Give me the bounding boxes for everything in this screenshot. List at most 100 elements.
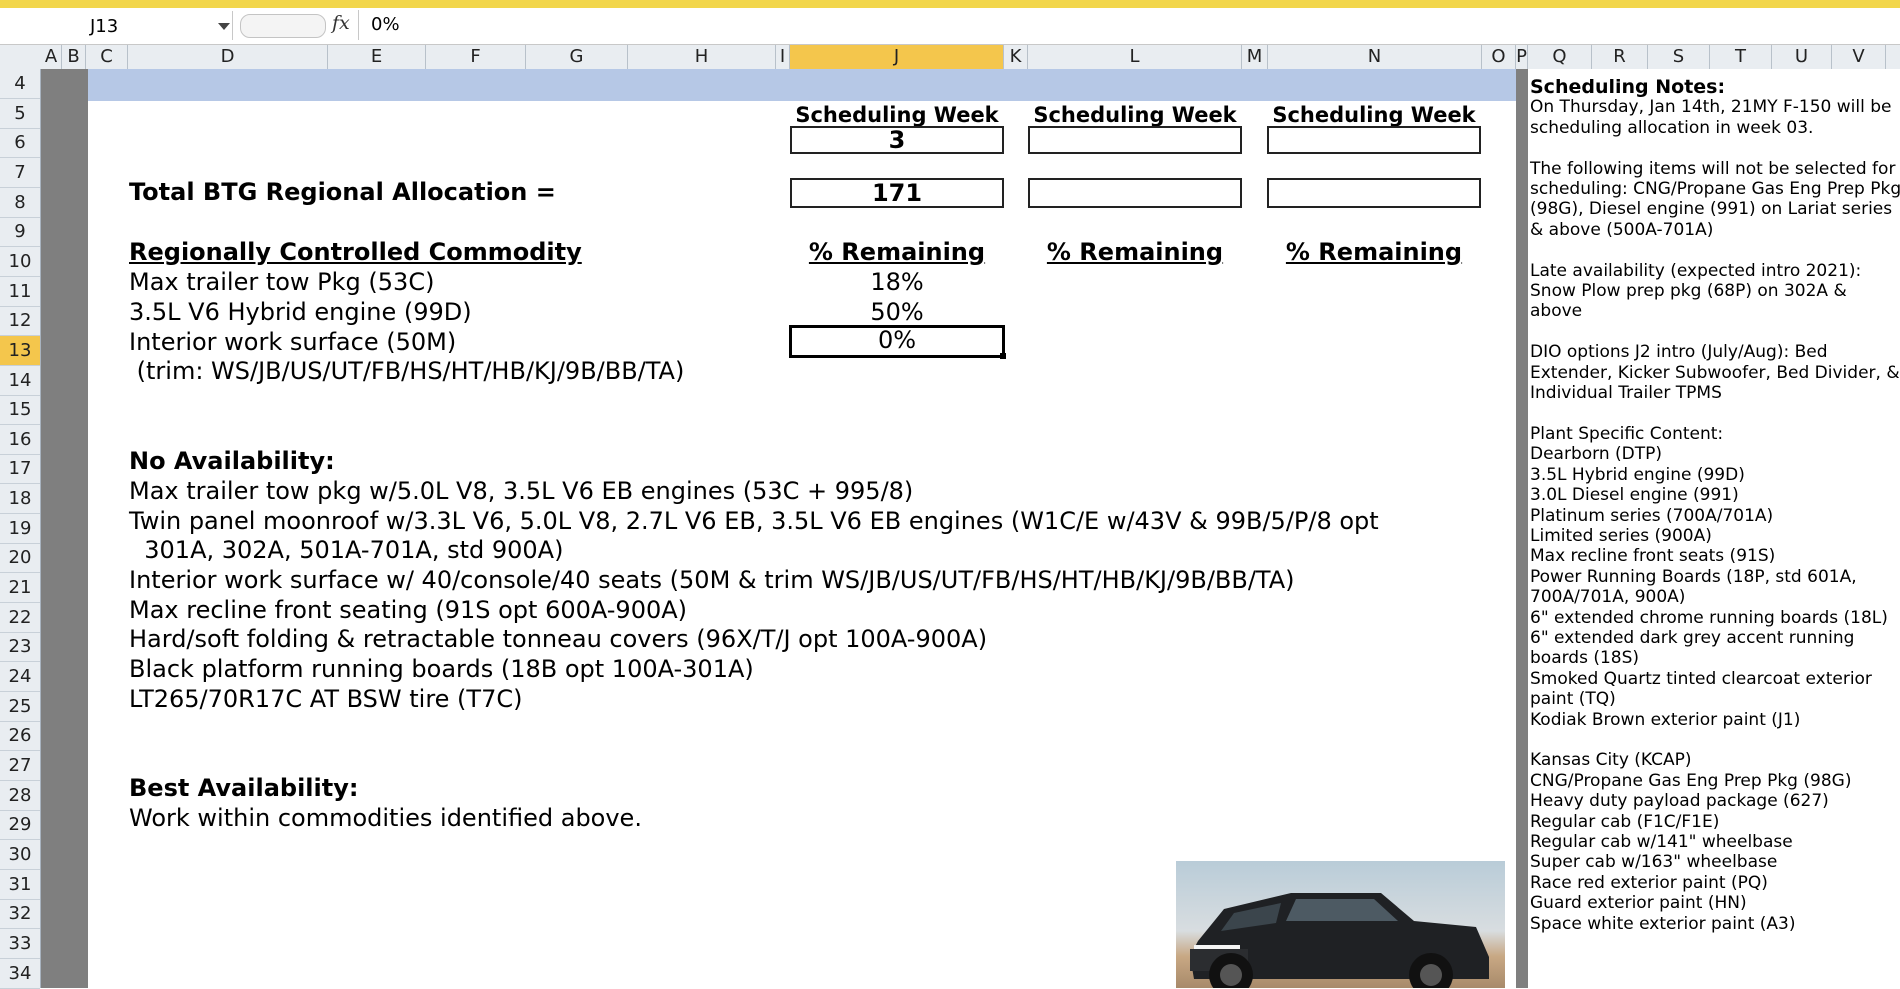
row-header-8[interactable]: 8 <box>0 188 40 218</box>
column-header-m[interactable]: M <box>1242 45 1268 69</box>
notes-line: 6" extended dark grey accent running <box>1530 627 1855 648</box>
row-header-12[interactable]: 12 <box>0 306 40 337</box>
commodity-name: Max trailer tow Pkg (53C) <box>129 268 435 296</box>
row-header-9[interactable]: 9 <box>0 217 40 248</box>
row-header-11[interactable]: 11 <box>0 277 40 307</box>
column-header-l[interactable]: L <box>1028 45 1242 69</box>
row-header-20[interactable]: 20 <box>0 543 40 574</box>
notes-line: Super cab w/163" wheelbase <box>1530 852 1778 873</box>
column-header-k[interactable]: K <box>1004 45 1028 69</box>
column-header-c[interactable]: C <box>86 45 128 69</box>
notes-line: 3.0L Diesel engine (991) <box>1530 485 1739 506</box>
scheduling-week-cell-2[interactable] <box>1028 126 1242 154</box>
row-header-29[interactable]: 29 <box>0 810 40 841</box>
column-header-b[interactable]: B <box>62 45 86 69</box>
notes-line: 6" extended chrome running boards (18L) <box>1530 607 1888 628</box>
row-header-17[interactable]: 17 <box>0 454 40 485</box>
column-header-j[interactable]: J <box>790 45 1004 69</box>
row-header-19[interactable]: 19 <box>0 514 40 544</box>
column-header-q[interactable]: Q <box>1528 45 1592 69</box>
column-header-f[interactable]: F <box>426 45 526 69</box>
column-header-e[interactable]: E <box>328 45 426 69</box>
allocation-cell-3[interactable] <box>1267 178 1481 208</box>
column-header-d[interactable]: D <box>128 45 328 69</box>
no-availability-line: Twin panel moonroof w/3.3L V6, 5.0L V8, … <box>129 507 1379 535</box>
row-header-10[interactable]: 10 <box>0 247 40 277</box>
grey-column-left <box>41 69 88 988</box>
no-availability-line: Hard/soft folding & retractable tonneau … <box>129 625 988 653</box>
column-header-v[interactable]: V <box>1832 45 1886 69</box>
fill-handle[interactable] <box>1000 353 1006 359</box>
notes-line: Guard exterior paint (HN) <box>1530 893 1747 914</box>
notes-line: Extender, Kicker Subwoofer, Bed Divider,… <box>1530 362 1900 383</box>
column-header-g[interactable]: G <box>526 45 628 69</box>
formula-input[interactable]: 0% <box>371 14 400 35</box>
notes-line: Platinum series (700A/701A) <box>1530 505 1774 526</box>
selected-cell-J13[interactable]: 0% <box>789 325 1005 358</box>
notes-line: CNG/Propane Gas Eng Prep Pkg (98G) <box>1530 770 1852 791</box>
scheduling-notes: Scheduling Notes: On Thursday, Jan 14th,… <box>1530 77 1900 934</box>
notes-line: On Thursday, Jan 14th, 21MY F-150 will b… <box>1530 97 1892 118</box>
row-header-21[interactable]: 21 <box>0 573 40 604</box>
column-header-s[interactable]: S <box>1648 45 1710 69</box>
commodity-remaining[interactable]: 18% <box>790 268 1004 296</box>
row-header-22[interactable]: 22 <box>0 603 40 633</box>
row-header-7[interactable]: 7 <box>0 158 40 188</box>
row-header-25[interactable]: 25 <box>0 692 40 722</box>
column-header-p[interactable]: P <box>1516 45 1528 69</box>
scheduling-week-cell-1[interactable]: 3 <box>790 126 1004 154</box>
name-box[interactable]: J13 <box>0 11 233 40</box>
formula-buttons[interactable] <box>240 14 326 38</box>
row-header-18[interactable]: 18 <box>0 484 40 515</box>
row-header-32[interactable]: 32 <box>0 899 40 930</box>
notes-line: 3.5L Hybrid engine (99D) <box>1530 464 1745 485</box>
chevron-down-icon[interactable] <box>218 23 230 30</box>
row-header-13[interactable]: 13 <box>0 335 40 366</box>
row-header-15[interactable]: 15 <box>0 395 40 426</box>
column-header-r[interactable]: R <box>1592 45 1648 69</box>
allocation-cell-2[interactable] <box>1028 178 1242 208</box>
notes-line: Kodiak Brown exterior paint (J1) <box>1530 709 1801 730</box>
column-header-h[interactable]: H <box>628 45 776 69</box>
notes-line: Race red exterior paint (PQ) <box>1530 872 1768 893</box>
notes-line: scheduling: CNG/Propane Gas Eng Prep Pkg <box>1530 179 1900 200</box>
column-header-t[interactable]: T <box>1710 45 1772 69</box>
row-header-30[interactable]: 30 <box>0 840 40 870</box>
row-header-28[interactable]: 28 <box>0 781 40 811</box>
notes-line: (98G), Diesel engine (991) on Lariat ser… <box>1530 199 1893 220</box>
row-header-23[interactable]: 23 <box>0 632 40 663</box>
notes-line <box>1530 322 1900 342</box>
commodity-remaining[interactable]: 50% <box>790 298 1004 326</box>
column-header-o[interactable]: O <box>1482 45 1516 69</box>
no-availability-line: Black platform running boards (18B opt 1… <box>129 655 754 683</box>
row-header-14[interactable]: 14 <box>0 366 40 396</box>
notes-line <box>1530 730 1900 750</box>
notes-line: Heavy duty payload package (627) <box>1530 791 1829 812</box>
row-header-24[interactable]: 24 <box>0 662 40 692</box>
remaining-header-3: % Remaining <box>1285 238 1463 266</box>
column-headers: ABCDEFGHIJKLMNOPQRSTUV <box>0 45 1900 70</box>
title-bar-strip <box>0 0 1900 8</box>
row-header-33[interactable]: 33 <box>0 929 40 959</box>
column-header-u[interactable]: U <box>1772 45 1832 69</box>
row-header-16[interactable]: 16 <box>0 425 40 455</box>
scheduling-week-label-1: Scheduling Week <box>795 103 999 127</box>
function-icon[interactable]: fx <box>332 12 350 34</box>
column-header-a[interactable]: A <box>41 45 62 69</box>
column-header-n[interactable]: N <box>1268 45 1482 69</box>
scheduling-week-cell-3[interactable] <box>1267 126 1481 154</box>
row-header-5[interactable]: 5 <box>0 99 40 129</box>
notes-line: Dearborn (DTP) <box>1530 444 1663 465</box>
row-header-26[interactable]: 26 <box>0 721 40 752</box>
allocation-cell-1[interactable]: 171 <box>790 178 1004 208</box>
commodity-name: Interior work surface (50M) <box>129 328 457 356</box>
notes-line: Limited series (900A) <box>1530 525 1712 546</box>
row-header-34[interactable]: 34 <box>0 959 40 989</box>
row-header-6[interactable]: 6 <box>0 128 40 159</box>
row-header-31[interactable]: 31 <box>0 870 40 900</box>
row-header-27[interactable]: 27 <box>0 751 40 781</box>
row-header-4[interactable]: 4 <box>0 69 40 99</box>
column-header-i[interactable]: I <box>776 45 790 69</box>
notes-line: above <box>1530 301 1583 322</box>
formula-bar: J13 fx 0% <box>0 8 1900 45</box>
